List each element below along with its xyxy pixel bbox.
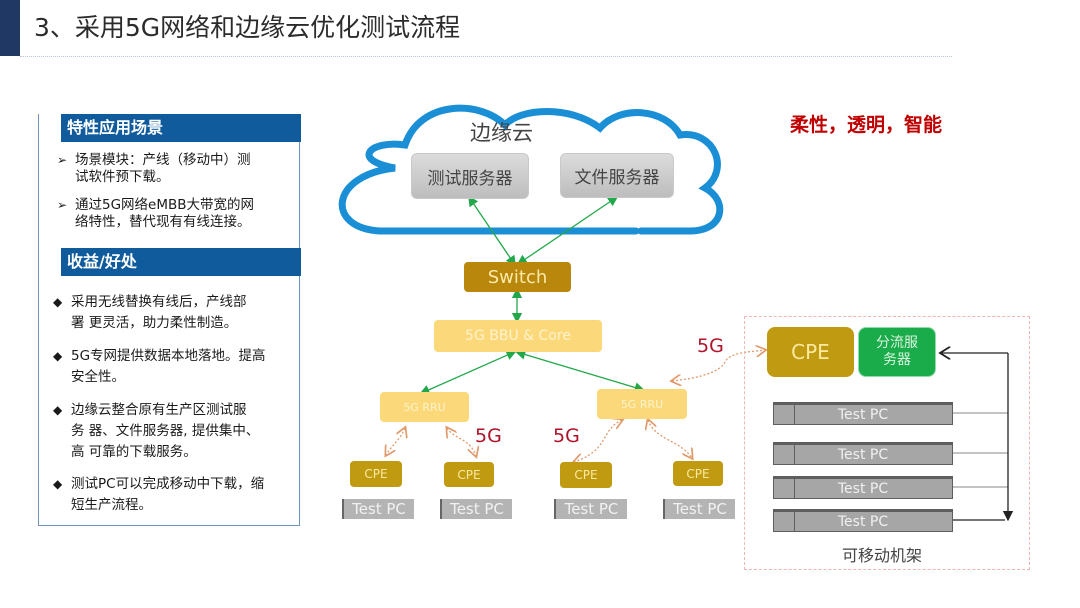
cpe-box: CPE [560, 462, 612, 488]
switch-box: Switch [464, 262, 571, 292]
rack-slot-divider [794, 402, 795, 425]
label-5g: 5G [553, 425, 580, 447]
rack-test-pc-label: Test PC [837, 406, 889, 423]
rru-box-left: 5G RRU [380, 392, 469, 422]
link-bbu-rru-right [515, 349, 645, 393]
bbu-core-box: 5G BBU & Core [434, 320, 602, 352]
rack-caption: 可移动机架 [842, 546, 923, 565]
shunt-server-label-line1: 分流服 [876, 335, 918, 351]
rack-test-pc: Test PC [773, 402, 953, 425]
label-5g: 5G [697, 335, 724, 357]
test-server-box: 测试服务器 [411, 153, 529, 199]
cpe-box: CPE [444, 462, 494, 487]
wireless-link-rru-cpe-3 [574, 420, 622, 462]
cpe-box: CPE [673, 461, 723, 486]
link-bbu-rru-left [419, 350, 517, 395]
slogan-text: 柔性，透明，智能 [790, 114, 943, 136]
wireless-link-rru-cpe-1 [386, 428, 405, 455]
label-5g: 5G [475, 425, 502, 447]
network-diagram: 边缘云 测试服务器 文件服务器 Switch 5G BBU & Core 5G … [0, 0, 1080, 608]
rack-slot-divider [794, 509, 795, 532]
test-pc-box: Test PC [440, 499, 512, 519]
rack-test-pc-label: Test PC [837, 480, 889, 497]
shunt-server-box: 分流服 务器 [858, 327, 936, 377]
edge-cloud-label: 边缘云 [470, 121, 533, 145]
rack-slot-divider [794, 442, 795, 465]
rack-test-pc: Test PC [773, 476, 953, 499]
wireless-link-rru-cpe-2 [447, 428, 476, 456]
cpe-box: CPE [350, 461, 402, 487]
rack-test-pc-label: Test PC [837, 513, 889, 530]
rack-test-pc-label: Test PC [837, 446, 889, 463]
wireless-link-rru-cpe-4 [648, 420, 692, 458]
rack-test-pc: Test PC [773, 509, 953, 532]
shunt-server-label-line2: 务器 [883, 352, 911, 368]
rru-box-right: 5G RRU [597, 389, 687, 419]
test-pc-box: Test PC [554, 499, 627, 519]
test-pc-box: Test PC [663, 499, 735, 519]
rack-cpe-box: CPE [767, 327, 854, 377]
rack-test-pc: Test PC [773, 442, 953, 465]
rack-slot-divider [794, 476, 795, 499]
test-pc-box: Test PC [342, 499, 414, 519]
file-server-box: 文件服务器 [560, 153, 674, 198]
